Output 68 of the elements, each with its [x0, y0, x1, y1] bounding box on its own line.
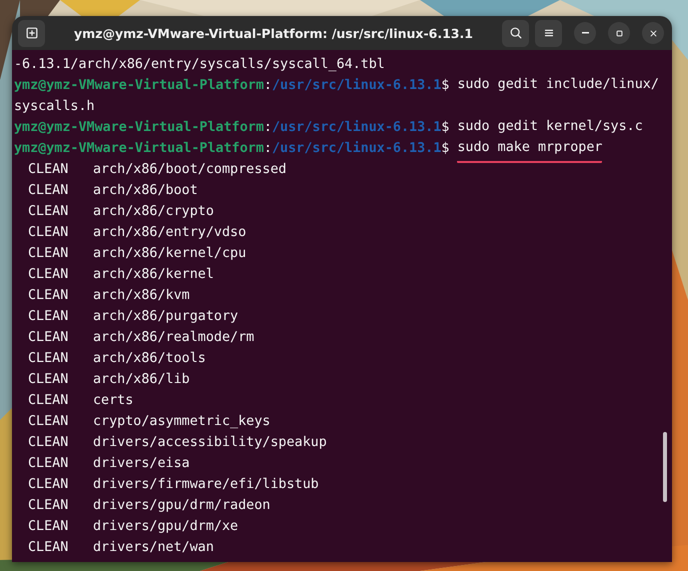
build-tag: CLEAN [28, 264, 93, 285]
menu-button[interactable] [535, 20, 562, 46]
build-tag: CLEAN [28, 516, 93, 537]
command: sudo gedit include/linux/ [457, 76, 659, 94]
build-path: arch/x86/boot/compressed [93, 161, 286, 179]
build-tag: CLEAN [28, 222, 93, 243]
prompt-path: /usr/src/linux-6.13.1 [272, 140, 442, 158]
build-path: arch/x86/tools [93, 350, 206, 368]
build-path: drivers/net/wan [93, 539, 214, 557]
terminal-output: -6.13.1/arch/x86/entry/syscalls/syscall_64.tbl [14, 56, 385, 74]
build-path: arch/x86/boot [93, 182, 198, 200]
build-tag: CLEAN [28, 495, 93, 516]
build-tag: CLEAN [28, 159, 93, 180]
prompt-colon: : [264, 119, 272, 137]
build-tag: CLEAN [28, 537, 93, 558]
build-path: arch/x86/crypto [93, 203, 214, 221]
maximize-button[interactable] [608, 22, 630, 44]
build-tag: CLEAN [28, 369, 93, 390]
prompt-path: /usr/src/linux-6.13.1 [272, 77, 442, 95]
build-tag: CLEAN [28, 432, 93, 453]
prompt-user: ymz@ymz-VMware-Virtual-Platform [14, 140, 264, 158]
search-icon [508, 26, 522, 40]
prompt-symbol: $ [441, 77, 450, 95]
build-path: arch/x86/entry/vdso [93, 224, 246, 242]
build-path: certs [93, 392, 134, 410]
terminal-output: syscalls.h [14, 98, 95, 116]
prompt-user: ymz@ymz-VMware-Virtual-Platform [14, 77, 264, 95]
build-tag: CLEAN [28, 348, 93, 369]
build-path: arch/x86/kvm [93, 287, 190, 305]
build-path: arch/x86/lib [93, 371, 190, 389]
prompt-colon: : [264, 77, 272, 95]
maximize-icon [614, 28, 624, 38]
scrollbar[interactable] [663, 432, 667, 502]
build-tag: CLEAN [28, 306, 93, 327]
build-path: drivers/gpu/drm/xe [93, 518, 238, 536]
build-path: crypto/asymmetric_keys [93, 413, 270, 431]
build-tag: CLEAN [28, 201, 93, 222]
command: sudo gedit kernel/sys.c [457, 118, 643, 136]
build-tag: CLEAN [28, 285, 93, 306]
search-button[interactable] [502, 20, 529, 46]
build-tag: CLEAN [28, 411, 93, 432]
build-tag: CLEAN [28, 390, 93, 411]
underlined-command: sudo make mrproper [457, 138, 602, 163]
window-title: ymz@ymz-VMware-Virtual-Platform: /usr/src/linux-6.13.1 [73, 26, 474, 40]
build-path: arch/x86/kernel/cpu [93, 245, 246, 263]
build-tag: CLEAN [28, 327, 93, 348]
build-path: drivers/eisa [93, 455, 190, 473]
build-path: arch/x86/realmode/rm [93, 329, 254, 347]
build-tag: CLEAN [28, 453, 93, 474]
build-path: drivers/firmware/efi/libstub [93, 476, 319, 494]
build-tag: CLEAN [28, 243, 93, 264]
prompt-path: /usr/src/linux-6.13.1 [272, 119, 442, 137]
minimize-icon [582, 32, 588, 34]
prompt-colon: : [264, 140, 272, 158]
build-path: drivers/accessibility/speakup [93, 434, 327, 452]
build-path: arch/x86/kernel [93, 266, 214, 284]
prompt-symbol: $ [441, 140, 450, 158]
build-tag: CLEAN [28, 474, 93, 495]
minimize-button[interactable] [574, 22, 596, 44]
build-tag: CLEAN [28, 180, 93, 201]
new-tab-icon [24, 26, 38, 40]
new-tab-button[interactable] [18, 20, 45, 46]
prompt-symbol: $ [441, 119, 450, 137]
close-button[interactable] [642, 22, 664, 44]
prompt-user: ymz@ymz-VMware-Virtual-Platform [14, 119, 264, 137]
build-path: drivers/gpu/drm/radeon [93, 497, 270, 515]
close-icon [648, 28, 658, 38]
build-path: arch/x86/purgatory [93, 308, 238, 326]
